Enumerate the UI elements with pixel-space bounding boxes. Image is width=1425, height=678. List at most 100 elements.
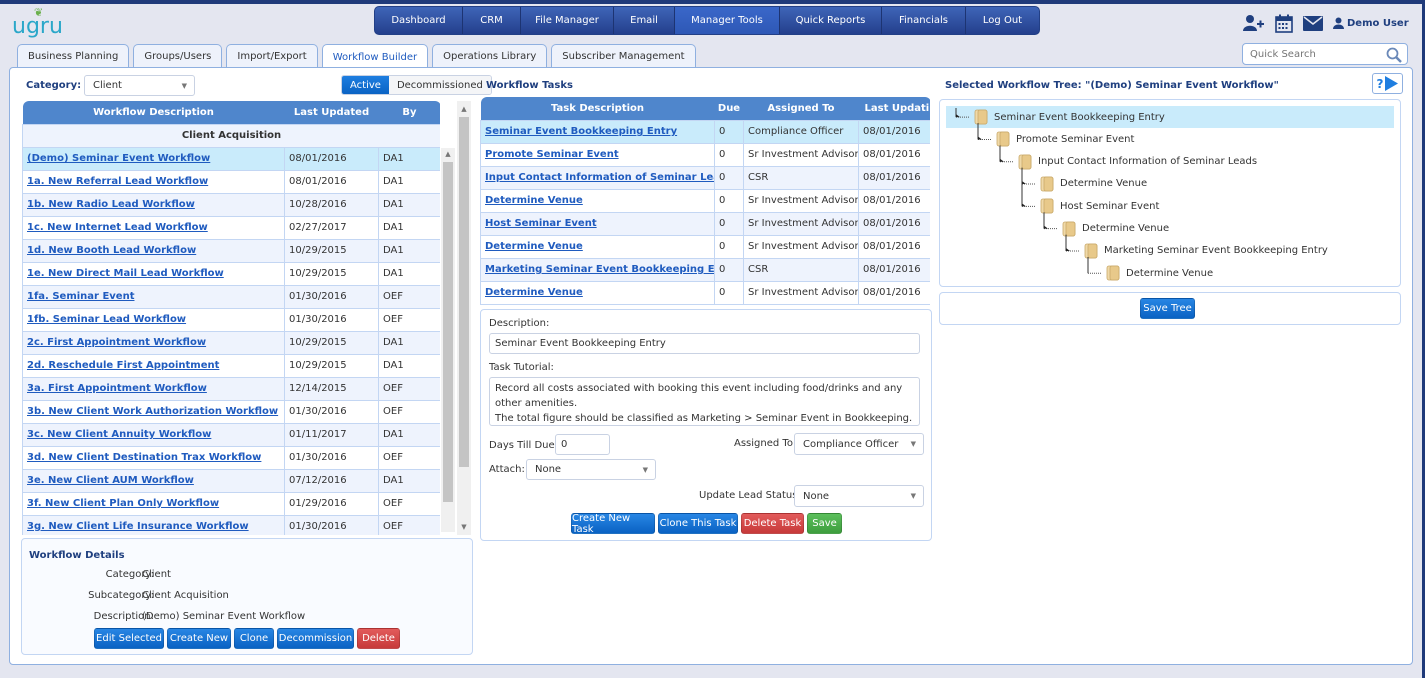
task-row[interactable]: Input Contact Information of Seminar Lea… [480, 165, 930, 190]
category-select[interactable]: Client ▼ [84, 75, 195, 96]
scroll-up-icon[interactable]: ▲ [457, 105, 471, 113]
workflow-row[interactable]: 3a. First Appointment Workflow 12/14/2015… [22, 376, 440, 401]
edit-selected-button[interactable]: Edit Selected [94, 628, 164, 649]
workflow-row[interactable]: 3g. New Client Life Insurance Workflow 01… [22, 514, 440, 535]
workflow-link[interactable]: 1e. New Direct Mail Lead Workflow [27, 268, 224, 279]
user-menu[interactable]: Demo User [1333, 17, 1409, 29]
workflow-row[interactable]: 1fa. Seminar Event 01/30/2016 OEF [22, 284, 440, 309]
task-link[interactable]: Determine Venue [485, 241, 583, 252]
nav-dashboard[interactable]: Dashboard [375, 7, 463, 34]
expand-arrow-icon[interactable] [1022, 203, 1026, 207]
workflow-link[interactable]: 1c. New Internet Lead Workflow [27, 222, 208, 233]
tab-import-export[interactable]: Import/Export [226, 44, 318, 68]
task-link[interactable]: Host Seminar Event [485, 218, 597, 229]
task-link[interactable]: Seminar Event Bookkeeping Entry [485, 126, 677, 137]
search-icon[interactable] [1386, 47, 1402, 63]
expand-arrow-icon[interactable] [1000, 158, 1004, 162]
col-workflow-description[interactable]: Workflow Description [22, 101, 285, 124]
tree-node[interactable]: Promote Seminar Event [996, 128, 1134, 150]
tab-operations-library[interactable]: Operations Library [432, 44, 548, 68]
workflow-link[interactable]: 1b. New Radio Lead Workflow [27, 199, 195, 210]
task-tutorial-textarea[interactable]: Record all costs associated with booking… [489, 377, 920, 426]
workflow-link[interactable]: 3c. New Client Annuity Workflow [27, 429, 211, 440]
clone-this-task-button[interactable]: Clone This Task [658, 513, 738, 534]
workflow-link[interactable]: (Demo) Seminar Event Workflow [27, 153, 210, 164]
active-toggle-button[interactable]: Active [342, 76, 389, 94]
workflow-row[interactable]: 1d. New Booth Lead Workflow 10/29/2015 DA1 [22, 238, 440, 263]
scroll-thumb[interactable] [443, 162, 453, 502]
col-by[interactable]: By [378, 101, 440, 124]
workflow-row[interactable]: (Demo) Seminar Event Workflow 08/01/2016 D… [22, 146, 440, 171]
mail-icon[interactable] [1303, 15, 1323, 31]
workflow-link[interactable]: 3b. New Client Work Authorization Workfl… [27, 406, 278, 417]
workflow-row[interactable]: 2c. First Appointment Workflow 10/29/2015… [22, 330, 440, 355]
update-lead-status-select[interactable]: None ▼ [794, 485, 924, 507]
workflow-row[interactable]: 1b. New Radio Lead Workflow 10/28/2016 DA1 [22, 192, 440, 217]
workflow-list-scrollbar[interactable]: ▲ [441, 148, 455, 532]
nav-log-out[interactable]: Log Out [966, 7, 1039, 34]
tree-node[interactable]: Determine Venue [1062, 218, 1169, 240]
nav-financials[interactable]: Financials [882, 7, 966, 34]
scroll-thumb[interactable] [459, 117, 469, 467]
tab-groups-users[interactable]: Groups/Users [133, 44, 223, 68]
attach-select[interactable]: None ▼ [526, 459, 656, 480]
delete-button[interactable]: Delete [357, 628, 400, 649]
task-row[interactable]: Determine Venue 0 Sr Investment Advisor 08/… [480, 188, 930, 213]
description-input[interactable]: Seminar Event Bookkeeping Entry [489, 333, 920, 354]
save-task-button[interactable]: Save [807, 513, 842, 534]
workflow-row[interactable]: 1e. New Direct Mail Lead Workflow 10/29/2… [22, 261, 440, 286]
workflow-row[interactable]: 3f. New Client Plan Only Workflow 01/29/2… [22, 491, 440, 516]
workflow-link[interactable]: 3g. New Client Life Insurance Workflow [27, 521, 249, 532]
days-till-due-input[interactable]: 0 [555, 434, 610, 455]
task-row[interactable]: Determine Venue 0 Sr Investment Advisor 08/… [480, 234, 930, 259]
decommissioned-toggle-button[interactable]: Decommissioned [388, 76, 491, 94]
expand-arrow-icon[interactable] [1066, 247, 1070, 251]
add-contact-icon[interactable] [1243, 14, 1265, 32]
task-link[interactable]: Determine Venue [485, 195, 583, 206]
workflow-link[interactable]: 2d. Reschedule First Appointment [27, 360, 219, 371]
task-row[interactable]: Marketing Seminar Event Bookkeeping Entr… [480, 257, 930, 282]
workflow-link[interactable]: 3a. First Appointment Workflow [27, 383, 207, 394]
workflow-link[interactable]: 2c. First Appointment Workflow [27, 337, 206, 348]
scroll-down-icon[interactable]: ▼ [457, 523, 471, 531]
nav-quick-reports[interactable]: Quick Reports [780, 7, 882, 34]
expand-arrow-icon[interactable] [1044, 225, 1048, 229]
workflow-row[interactable]: 3e. New Client AUM Workflow 07/12/2016 DA1 [22, 468, 440, 493]
workflow-link[interactable]: 3f. New Client Plan Only Workflow [27, 498, 219, 509]
workflow-link[interactable]: 1fa. Seminar Event [27, 291, 134, 302]
decommission-button[interactable]: Decommission [277, 628, 354, 649]
workflow-row[interactable]: 3b. New Client Work Authorization Workfl… [22, 399, 440, 424]
expand-arrow-icon[interactable] [1022, 181, 1026, 185]
nav-file-manager[interactable]: File Manager [521, 7, 614, 34]
workflow-row[interactable]: 2d. Reschedule First Appointment 10/29/20… [22, 353, 440, 378]
create-new-task-button[interactable]: Create New Task [571, 513, 655, 535]
delete-task-button[interactable]: Delete Task [741, 513, 804, 534]
col-assigned-to[interactable]: Assigned To [743, 97, 859, 120]
task-link[interactable]: Determine Venue [485, 287, 583, 298]
workflow-link[interactable]: 1a. New Referral Lead Workflow [27, 176, 208, 187]
tree-node[interactable]: Input Contact Information of Seminar Lea… [1018, 151, 1257, 173]
scroll-up-icon[interactable]: ▲ [441, 150, 455, 158]
workflow-link[interactable]: 1d. New Booth Lead Workflow [27, 245, 196, 256]
tree-node[interactable]: Host Seminar Event [1040, 195, 1159, 217]
save-tree-button[interactable]: Save Tree [1140, 298, 1195, 319]
tree-node[interactable]: Seminar Event Bookkeeping Entry [946, 106, 1394, 128]
assigned-to-select[interactable]: Compliance Officer ▼ [794, 433, 924, 455]
expand-arrow-icon[interactable] [978, 136, 982, 140]
create-new-button[interactable]: Create New [167, 628, 231, 649]
calendar-icon[interactable] [1275, 14, 1293, 33]
quick-search-input[interactable] [1248, 47, 1383, 61]
task-link[interactable]: Input Contact Information of Seminar Lea… [485, 172, 714, 183]
help-button[interactable]: ? [1372, 73, 1403, 94]
task-link[interactable]: Marketing Seminar Event Bookkeeping Entr… [485, 264, 714, 275]
workflow-link[interactable]: 3d. New Client Destination Trax Workflow [27, 452, 261, 463]
tab-business-planning[interactable]: Business Planning [17, 44, 130, 68]
workflow-row[interactable]: 1fb. Seminar Lead Workflow 01/30/2016 OEF [22, 307, 440, 332]
tab-workflow-builder[interactable]: Workflow Builder [321, 44, 429, 69]
workflow-row[interactable]: 1a. New Referral Lead Workflow 08/01/2016… [22, 169, 440, 194]
clone-button[interactable]: Clone [234, 628, 274, 649]
workflow-row[interactable]: 3c. New Client Annuity Workflow 01/11/201… [22, 422, 440, 447]
tree-node[interactable]: Determine Venue [1040, 173, 1147, 195]
col-last-updated[interactable]: Last Updated [284, 101, 379, 124]
tab-subscriber-management[interactable]: Subscriber Management [551, 44, 696, 68]
